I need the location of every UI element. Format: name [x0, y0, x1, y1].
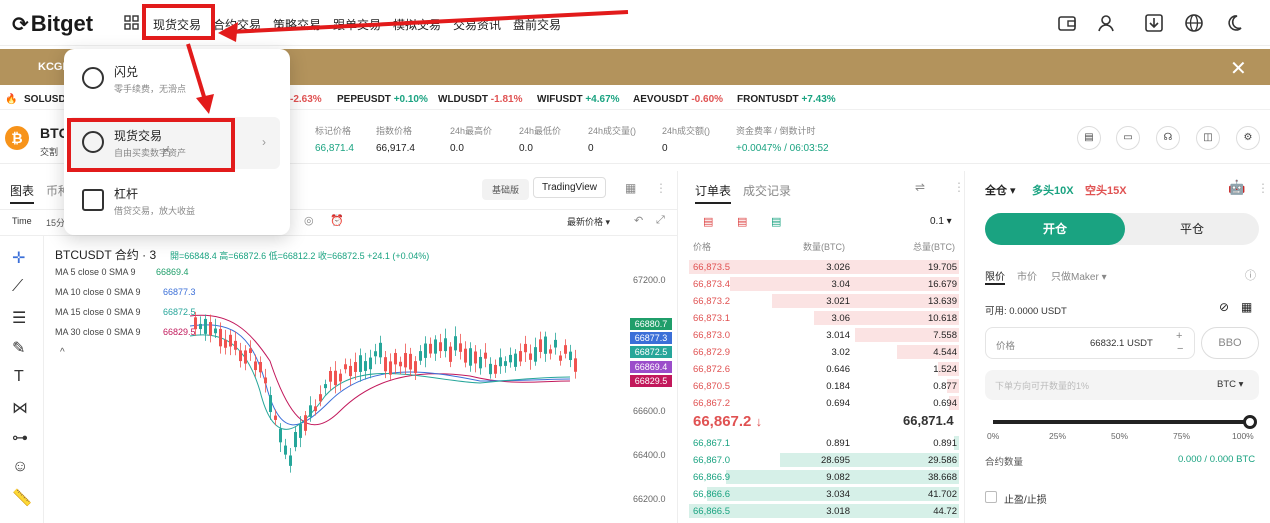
annotation-arrows [186, 10, 629, 114]
